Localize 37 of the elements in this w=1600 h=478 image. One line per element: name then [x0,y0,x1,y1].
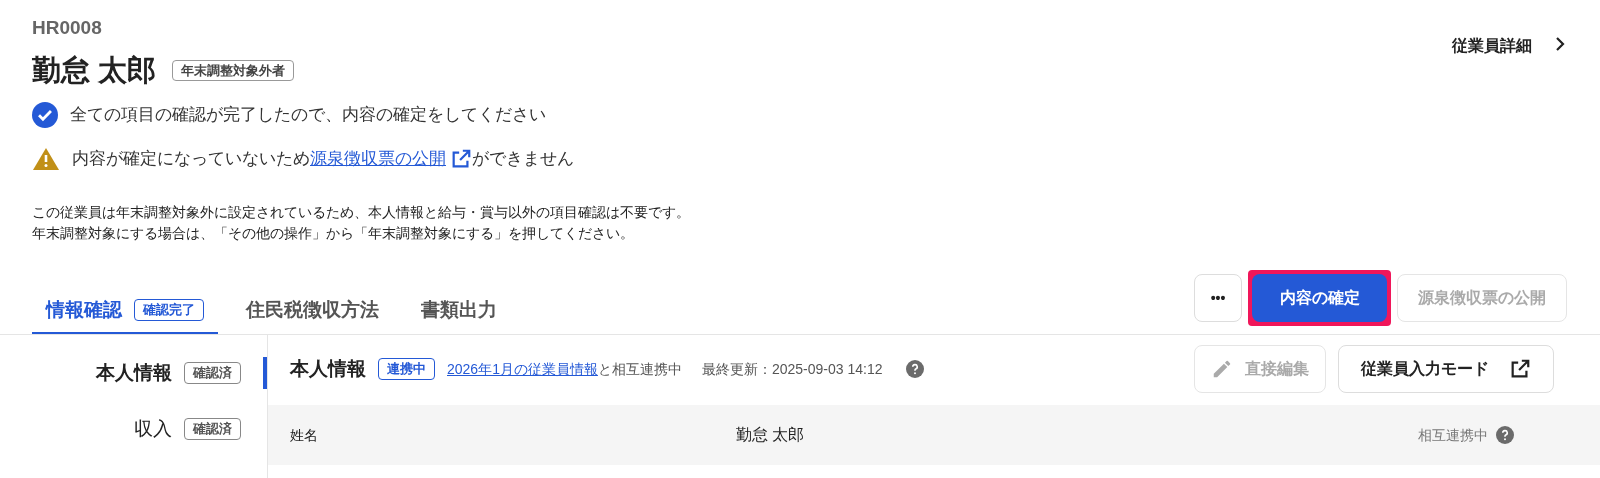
warning-icon [32,146,60,172]
tab-badge: 確認完了 [134,299,204,321]
external-link-icon [450,148,472,170]
notice-text: 年末調整対象にする場合は、「その他の操作」から「年末調整対象にする」を押してください。 [32,224,635,243]
check-circle-icon [32,102,58,128]
sidebar-item[interactable]: 収入 確認済 [0,413,267,445]
status-tag: 年末調整対象外者 [172,59,295,81]
sync-text: と相互連携中 [597,359,682,379]
confirm-button[interactable]: 内容の確定 [1252,274,1387,322]
tab[interactable]: 書類出力 [407,295,511,334]
help-icon[interactable] [906,360,925,378]
tab[interactable]: 情報確認 確認完了 [32,295,218,334]
employee-detail-link[interactable]: 従業員詳細 [1452,34,1568,58]
last-updated: 最終更新：2025-09-03 14:12 [701,359,883,379]
notice-text: この従業員は年末調整対象外に設定されているため、本人情報と給与・賞与以外の項目確認は不要です。 [32,203,690,222]
help-icon[interactable] [1496,426,1514,444]
pencil-icon [1211,358,1233,380]
employee-input-mode-button[interactable]: 従業員入力モード [1338,345,1554,393]
employee-name: 勤怠 太郎 [32,52,157,88]
sidebar-label: 本人情報 [96,360,172,385]
sidebar-label: 収入 [134,416,172,441]
message-text: 全ての項目の確認が完了したので、内容の確定をしてください [70,104,546,127]
status-badge: 確認済 [184,362,241,384]
more-button[interactable]: ••• [1194,274,1242,322]
sidebar-item[interactable]: 本人情報 確認済 [0,357,267,389]
sync-status: 相互連携中 [1418,425,1488,445]
field-label: 姓名 [290,425,319,445]
employee-info-link[interactable]: 2026年1月の従業員情報 [447,358,598,380]
field-value: 勤怠 太郎 [736,425,806,445]
employee-code: HR0008 [32,16,103,40]
tab[interactable]: 住民税徴収方法 [232,295,393,334]
section-title: 本人情報 [290,356,366,381]
message-text: 内容が確定になっていないため [72,148,310,171]
status-badge: 確認済 [184,418,241,440]
sync-badge: 連携中 [378,358,435,380]
message-text: ができません [472,148,574,171]
external-link-icon [1509,358,1531,380]
